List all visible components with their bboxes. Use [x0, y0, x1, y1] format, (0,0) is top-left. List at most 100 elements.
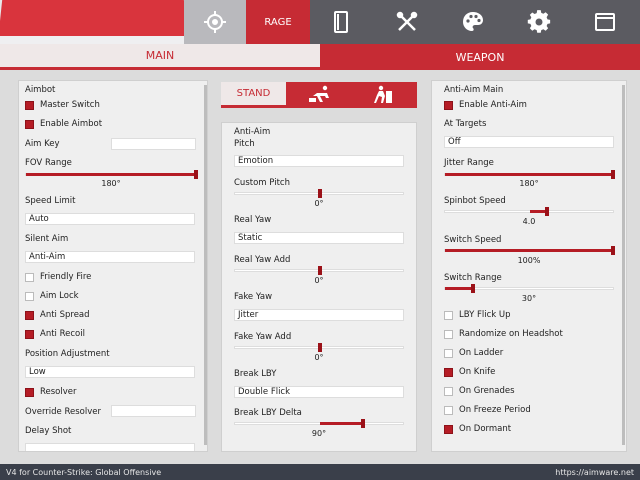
anti-aim-main-title: Anti-Aim Main: [444, 85, 504, 95]
checkbox-box[interactable]: [25, 329, 34, 339]
tab-settings[interactable]: [508, 0, 570, 44]
spinbot-speed-slider[interactable]: [444, 207, 614, 216]
slider-handle[interactable]: [611, 170, 615, 179]
checkbox-box[interactable]: [444, 386, 453, 396]
fake-yaw-label: Fake Yaw: [234, 292, 273, 302]
real-yaw-add-value: 0°: [314, 276, 324, 285]
crosshair-icon: [204, 11, 226, 33]
position-adjustment-label: Position Adjustment: [25, 349, 110, 359]
jitter-range-label: Jitter Range: [444, 158, 494, 168]
on-knife-checkbox[interactable]: On Knife: [444, 367, 495, 377]
pitch-label: Pitch: [234, 139, 255, 149]
master-switch-checkbox[interactable]: Master Switch: [25, 100, 100, 110]
override-resolver-input[interactable]: [111, 405, 196, 417]
anti-aim-title: Anti-Aim: [234, 127, 271, 137]
tab-move[interactable]: [286, 82, 352, 108]
slider-handle[interactable]: [361, 419, 365, 428]
switch-speed-slider[interactable]: [444, 246, 615, 255]
resolver-label: Resolver: [40, 387, 77, 397]
footer-url[interactable]: https://aimware.net: [555, 468, 634, 477]
slider-handle[interactable]: [545, 207, 549, 216]
resolver-checkbox[interactable]: Resolver: [25, 387, 77, 397]
tab-misc[interactable]: [376, 0, 438, 44]
aim-key-input[interactable]: [111, 138, 196, 150]
checkbox-box[interactable]: [444, 310, 453, 320]
checkbox-box[interactable]: [25, 100, 34, 110]
at-targets-select[interactable]: Off: [444, 136, 614, 148]
checkbox-box[interactable]: [444, 405, 453, 415]
slider-handle[interactable]: [611, 246, 615, 255]
anti-spread-checkbox[interactable]: Anti Spread: [25, 310, 90, 320]
tab-weapon[interactable]: WEAPON: [320, 44, 640, 70]
real-yaw-add-label: Real Yaw Add: [234, 255, 291, 265]
jitter-range-slider[interactable]: [444, 170, 615, 179]
checkbox-box[interactable]: [25, 272, 34, 282]
switch-range-slider[interactable]: [444, 284, 614, 293]
real-yaw-label: Real Yaw: [234, 215, 272, 225]
position-adjustment-select[interactable]: Low: [25, 366, 195, 378]
break-lby-select[interactable]: Double Flick: [234, 386, 404, 398]
checkbox-box[interactable]: [25, 119, 34, 129]
randomize-headshot-label: Randomize on Headshot: [459, 329, 563, 339]
slider-handle[interactable]: [194, 170, 198, 179]
delay-shot-select[interactable]: [25, 443, 195, 451]
tab-skins[interactable]: [442, 0, 504, 44]
on-freeze-period-checkbox[interactable]: On Freeze Period: [444, 405, 531, 415]
slider-handle[interactable]: [471, 284, 475, 293]
tab-main[interactable]: MAIN: [0, 44, 320, 70]
tab-visuals[interactable]: [310, 0, 372, 44]
lby-flick-up-checkbox[interactable]: LBY Flick Up: [444, 310, 511, 320]
slider-handle[interactable]: [318, 266, 322, 275]
speed-limit-label: Speed Limit: [25, 196, 76, 206]
scrollbar[interactable]: [204, 85, 207, 445]
enable-aimbot-checkbox[interactable]: Enable Aimbot: [25, 119, 102, 129]
tab-window[interactable]: [574, 0, 636, 44]
checkbox-box[interactable]: [25, 310, 34, 320]
real-yaw-select[interactable]: Static: [234, 232, 404, 244]
checkbox-box[interactable]: [25, 291, 34, 301]
sub-tabs: MAIN WEAPON: [0, 44, 640, 70]
checkbox-box[interactable]: [25, 387, 34, 397]
on-grenades-label: On Grenades: [459, 386, 515, 396]
switch-speed-value: 100%: [517, 256, 541, 265]
top-navigation-bar: RAGE: [0, 0, 640, 44]
real-yaw-add-slider[interactable]: [234, 266, 404, 275]
on-ladder-checkbox[interactable]: On Ladder: [444, 348, 503, 358]
aimbot-title: Aimbot: [25, 85, 56, 95]
break-lby-delta-slider[interactable]: [234, 419, 404, 428]
custom-pitch-label: Custom Pitch: [234, 178, 290, 188]
silent-aim-select[interactable]: Anti-Aim: [25, 251, 195, 263]
speed-limit-select[interactable]: Auto: [25, 213, 195, 225]
break-lby-label: Break LBY: [234, 369, 277, 379]
phone-icon: [334, 11, 348, 33]
palette-icon: [463, 12, 483, 31]
checkbox-box[interactable]: [444, 100, 453, 110]
on-grenades-checkbox[interactable]: On Grenades: [444, 386, 515, 396]
aim-lock-checkbox[interactable]: Aim Lock: [25, 291, 79, 301]
fake-yaw-add-value: 0°: [314, 353, 324, 362]
anti-recoil-checkbox[interactable]: Anti Recoil: [25, 329, 85, 339]
scrollbar[interactable]: [622, 85, 625, 445]
fov-range-slider[interactable]: [25, 170, 198, 179]
stance-tabs: STAND: [221, 82, 417, 108]
fake-yaw-select[interactable]: Jitter: [234, 309, 404, 321]
anti-recoil-label: Anti Recoil: [40, 329, 85, 339]
enable-anti-aim-checkbox[interactable]: Enable Anti-Aim: [444, 100, 527, 110]
tab-legit[interactable]: [184, 0, 246, 44]
fake-yaw-add-slider[interactable]: [234, 343, 404, 352]
slider-handle[interactable]: [318, 189, 322, 198]
footer-version: V4 for Counter-Strike: Global Offensive: [6, 467, 162, 477]
tab-air[interactable]: [351, 82, 417, 108]
checkbox-box[interactable]: [444, 348, 453, 358]
slider-handle[interactable]: [318, 343, 322, 352]
checkbox-box[interactable]: [444, 424, 453, 434]
checkbox-box[interactable]: [444, 329, 453, 339]
friendly-fire-checkbox[interactable]: Friendly Fire: [25, 272, 91, 282]
custom-pitch-slider[interactable]: [234, 189, 404, 198]
on-dormant-checkbox[interactable]: On Dormant: [444, 424, 511, 434]
tab-rage[interactable]: RAGE: [246, 0, 310, 44]
randomize-headshot-checkbox[interactable]: Randomize on Headshot: [444, 329, 563, 339]
pitch-select[interactable]: Emotion: [234, 155, 404, 167]
checkbox-box[interactable]: [444, 367, 453, 377]
tab-stand[interactable]: STAND: [221, 82, 286, 108]
